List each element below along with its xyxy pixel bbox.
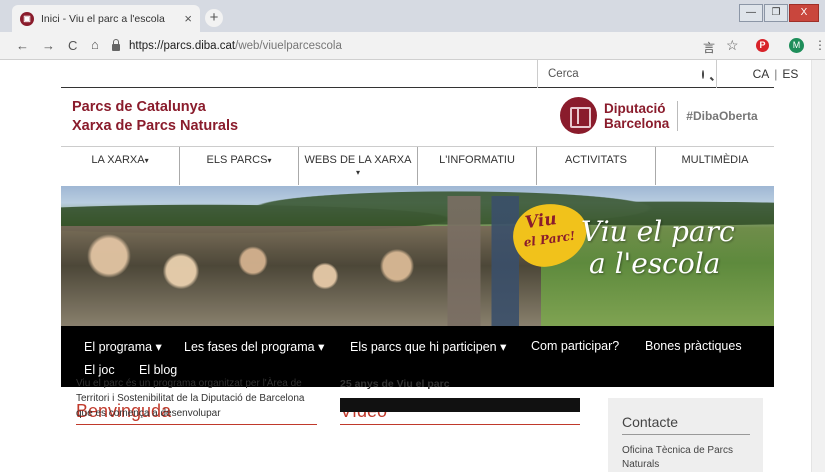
home-icon[interactable]: ⌂	[91, 37, 99, 52]
subnav-com-participar[interactable]: Com participar?	[531, 339, 619, 353]
translate-icon[interactable]: ⾔	[703, 39, 715, 56]
site-brand[interactable]: Parcs de Catalunya Xarxa de Parcs Natura…	[72, 98, 238, 136]
profile-avatar[interactable]: M	[789, 38, 804, 53]
browser-toolbar: ← → C ⌂ https://parcs.diba.cat/web/viuel…	[0, 32, 825, 60]
forward-arrow-icon[interactable]: →	[42, 38, 55, 53]
badge-line-1: Viu	[523, 209, 558, 234]
url-text: https://parcs.diba.cat/web/viuelparcesco…	[129, 40, 342, 52]
language-switcher: CA | ES	[717, 60, 825, 88]
lock-icon	[112, 39, 120, 51]
pinterest-extension-icon[interactable]: P	[756, 39, 769, 52]
chevron-down-icon: ▾	[144, 156, 149, 165]
search-input[interactable]	[548, 68, 702, 80]
diba-favicon-icon: ▣	[20, 11, 34, 26]
contact-rule	[622, 434, 750, 435]
url-path: /web/viuelparcescola	[235, 40, 342, 52]
reload-icon[interactable]: C	[68, 38, 77, 53]
nav-label: LA XARXA	[91, 154, 145, 166]
url-host: https://parcs.diba.cat	[129, 40, 236, 52]
back-arrow-icon[interactable]: ←	[16, 38, 29, 53]
brand-line-1: Parcs de Catalunya	[72, 99, 206, 115]
page-scrollbar[interactable]	[811, 60, 825, 472]
diputacio-line-2: Barcelona	[604, 115, 670, 131]
utility-bar: CA | ES	[61, 60, 798, 88]
brand-line-2: Xarxa de Parcs Naturals	[72, 118, 239, 134]
nav-item-webs-de-la-xarxa[interactable]: WEBS DE LA XARXA ▾	[299, 147, 418, 185]
tab-title: Inici - Viu el parc a l'escola	[41, 12, 165, 25]
lang-ca-link[interactable]: CA	[753, 67, 770, 81]
subnav-bones-practiques[interactable]: Bones pràctiques	[645, 339, 742, 353]
hero-title-line-1: Viu el parc	[581, 215, 735, 248]
hero-title-line-2: a l'escola	[589, 247, 721, 280]
welcome-text: Viu el parc és un programa organitzat pe…	[76, 378, 305, 419]
nav-label: WEBS DE LA XARXA	[304, 154, 412, 166]
diputacio-seal-icon	[560, 97, 597, 134]
chevron-down-icon: ▾	[355, 168, 360, 177]
hero-title: Viu el parc a l'escola	[581, 216, 735, 280]
hashtag-link[interactable]: #DibaOberta	[686, 109, 757, 123]
nav-item-la-xarxa[interactable]: LA XARXA▾	[61, 147, 180, 185]
contact-box: Contacte Oficina Tècnica de Parcs Natura…	[608, 398, 763, 472]
nav-label: MULTIMÈDIA	[681, 154, 749, 166]
close-window-button[interactable]: X	[789, 4, 819, 22]
new-tab-button[interactable]: +	[205, 9, 223, 27]
subnav-el-joc[interactable]: El joc	[84, 363, 115, 377]
lang-es-link[interactable]: ES	[782, 67, 798, 81]
subnav-el-blog[interactable]: El blog	[139, 363, 177, 377]
search-box	[537, 60, 717, 88]
web-page: CA | ES Parcs de Catalunya Xarxa de Parc…	[0, 60, 825, 472]
diputacio-line-1: Diputació	[604, 100, 666, 116]
nav-item-activitats[interactable]: ACTIVITATS	[537, 147, 656, 185]
logo-divider	[677, 100, 679, 131]
maximize-button[interactable]: ❐	[764, 4, 788, 22]
hero-banner: Viu el Parc! Viu el parc a l'escola	[61, 186, 774, 326]
subnav-el-programa[interactable]: El programa ▾	[84, 339, 162, 354]
browser-tab[interactable]: ▣ Inici - Viu el parc a l'escola ×	[12, 5, 200, 32]
search-icon[interactable]	[702, 69, 704, 79]
welcome-rule	[76, 424, 317, 425]
minimize-button[interactable]: —	[739, 4, 763, 22]
address-bar[interactable]: https://parcs.diba.cat/web/viuelparcesco…	[112, 36, 700, 56]
nav-label: ELS PARCS	[206, 154, 268, 166]
browser-menu-icon[interactable]: ⋮	[814, 38, 825, 52]
lang-separator: |	[774, 67, 778, 81]
video-player[interactable]	[340, 398, 580, 412]
browser-titlebar: ▣ Inici - Viu el parc a l'escola × + — ❐…	[0, 0, 825, 32]
chevron-down-icon: ▾	[267, 156, 272, 165]
nav-item-multimedia[interactable]: MULTIMÈDIA	[656, 147, 774, 185]
main-navigation: LA XARXA▾ ELS PARCS▾ WEBS DE LA XARXA ▾ L…	[61, 146, 774, 185]
subnav-els-parcs[interactable]: Els parcs que hi participen ▾	[350, 339, 506, 354]
window-controls: — ❐ X	[738, 4, 819, 22]
nav-label: L'INFORMATIU	[439, 154, 515, 166]
video-subtitle: 25 anys de Viu el parc	[340, 378, 450, 390]
contact-title: Contacte	[622, 414, 679, 430]
subnav-les-fases[interactable]: Les fases del programa ▾	[184, 339, 324, 354]
bookmark-star-icon[interactable]: ☆	[726, 37, 739, 54]
contact-text: Oficina Tècnica de Parcs Naturals	[622, 445, 733, 470]
nav-item-els-parcs[interactable]: ELS PARCS▾	[180, 147, 299, 185]
nav-label: ACTIVITATS	[565, 154, 627, 166]
nav-item-linformatiu[interactable]: L'INFORMATIU	[418, 147, 537, 185]
close-tab-icon[interactable]: ×	[184, 11, 192, 26]
diputacio-wordmark: Diputació Barcelona	[604, 101, 669, 131]
video-rule	[340, 424, 580, 425]
diputacio-logo[interactable]: Diputació Barcelona #DibaOberta	[560, 97, 758, 134]
